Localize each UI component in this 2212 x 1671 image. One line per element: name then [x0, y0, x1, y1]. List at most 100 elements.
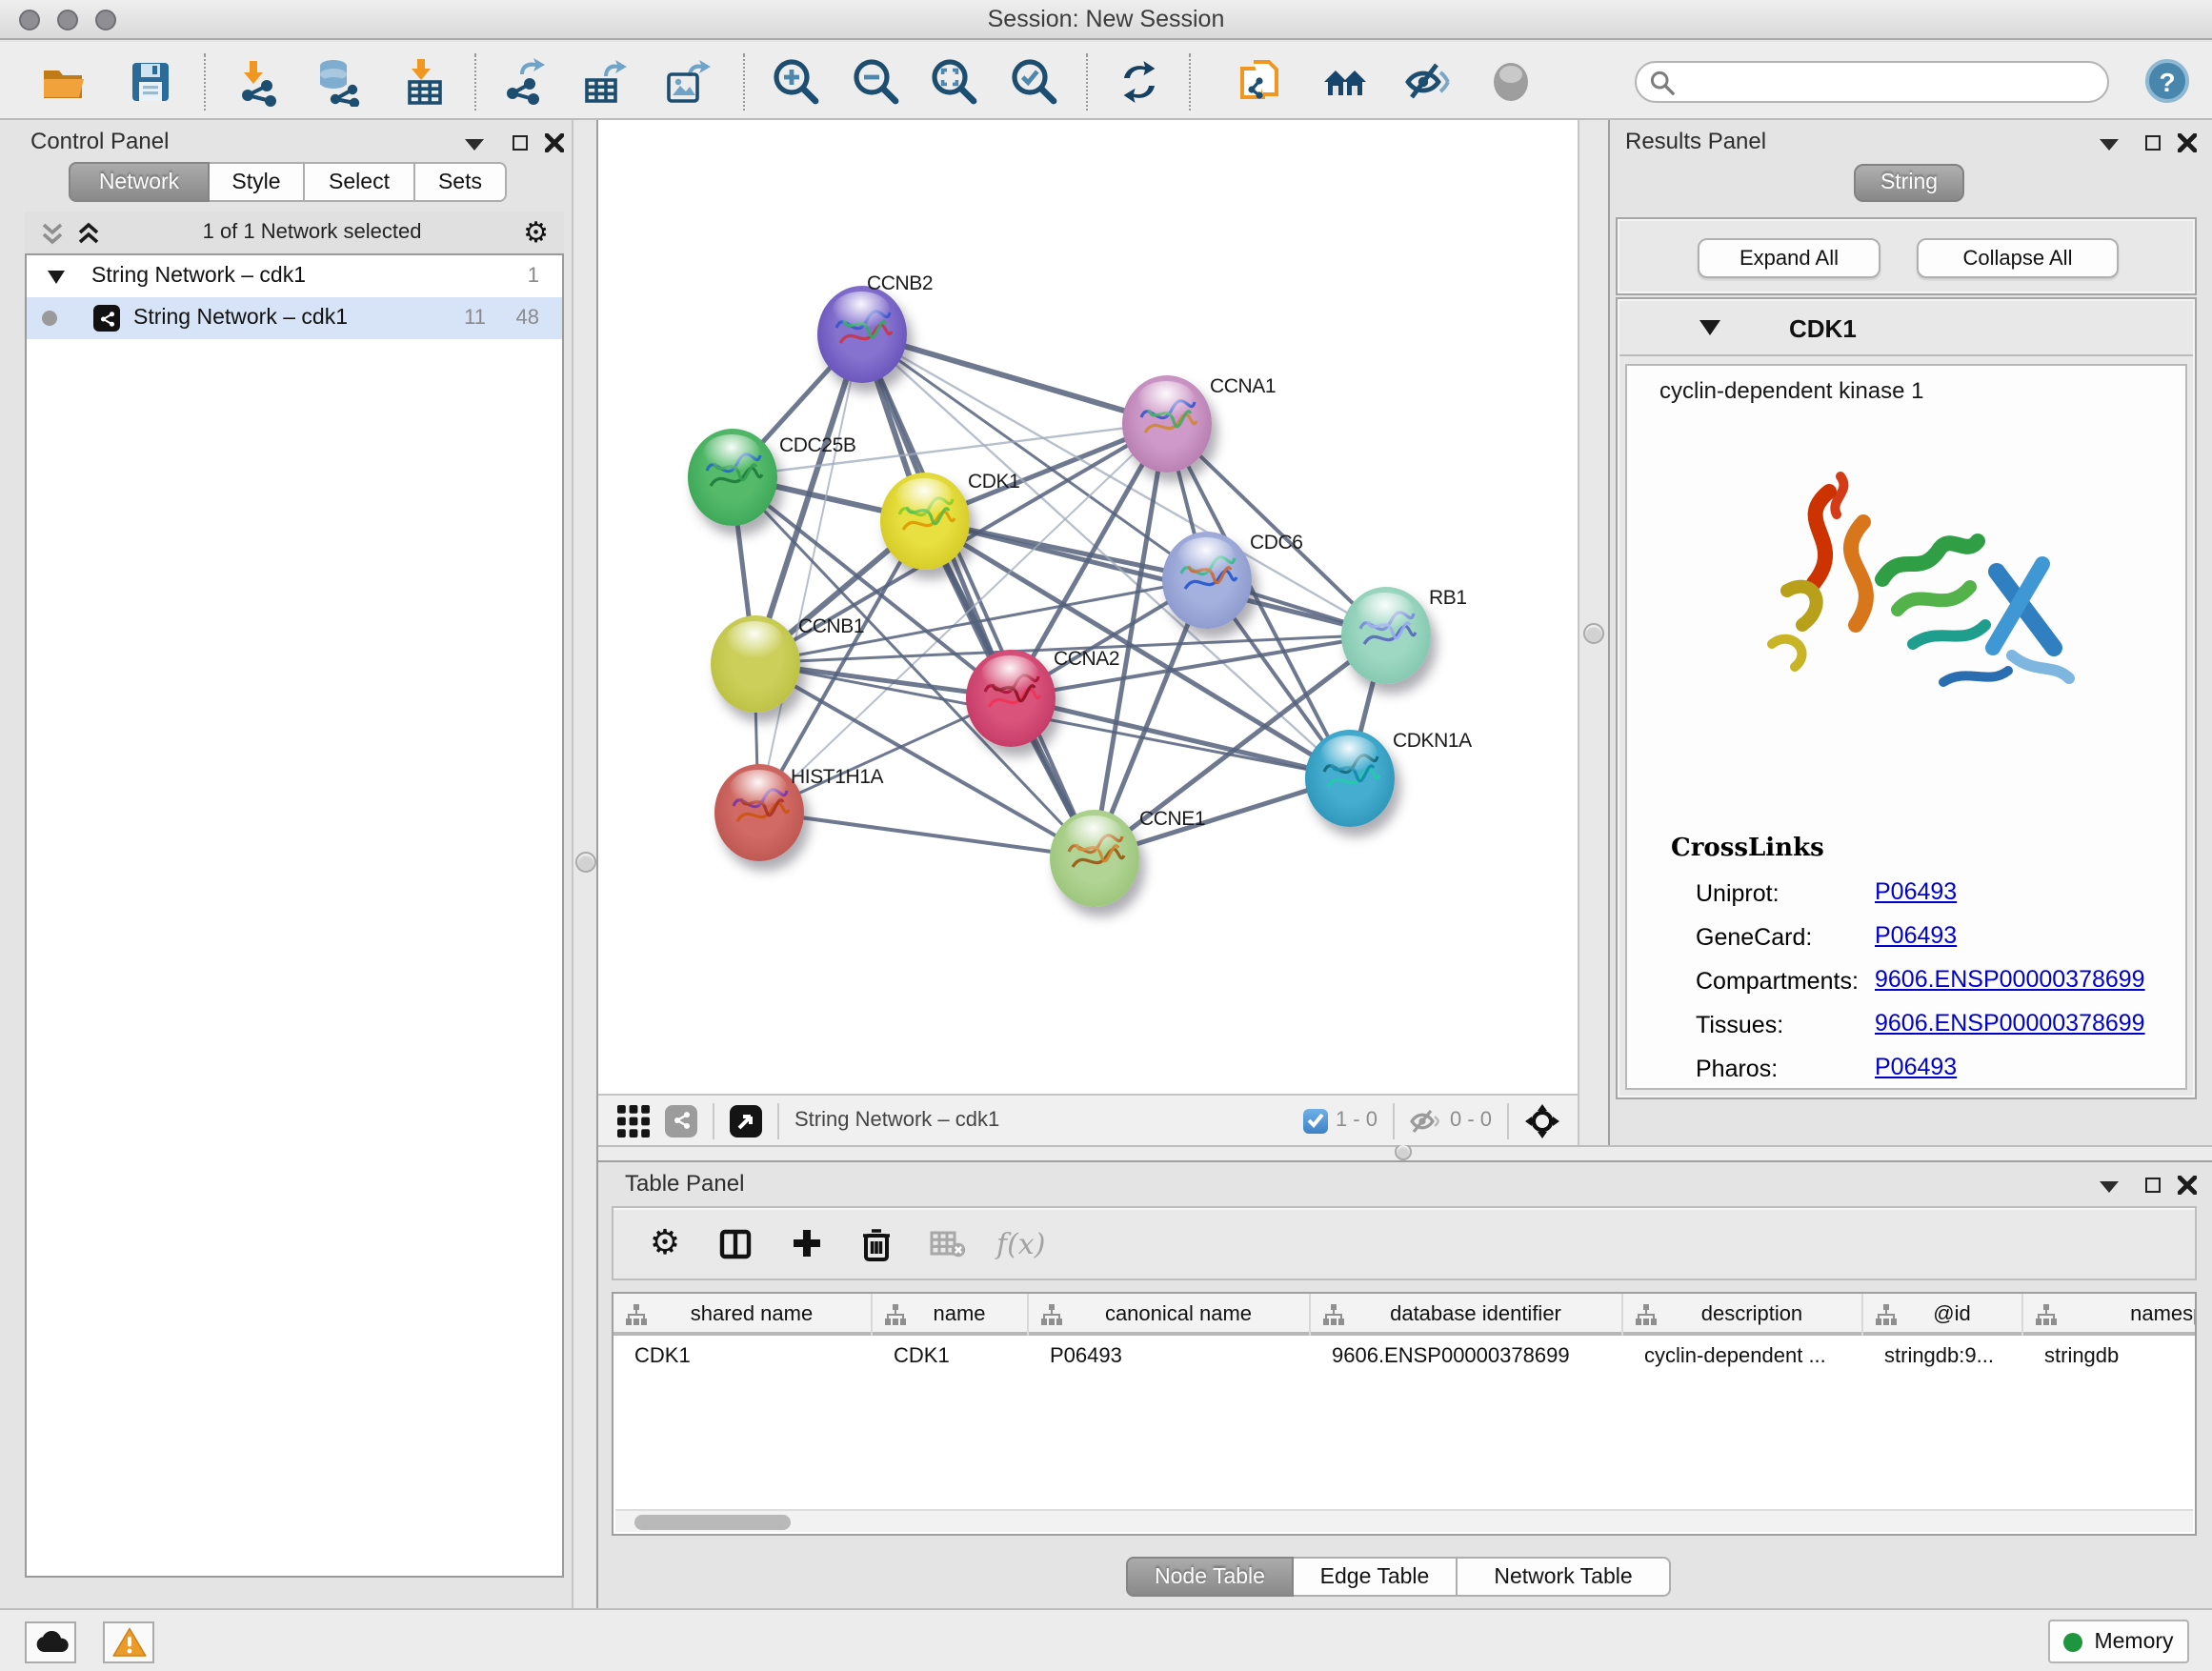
zoom-in-icon[interactable] — [772, 57, 821, 107]
tab-select[interactable]: Select — [305, 162, 415, 202]
tab-network-table[interactable]: Network Table — [1458, 1557, 1671, 1597]
expand-all-button[interactable]: Expand All — [1698, 238, 1880, 278]
zoom-selected-icon[interactable] — [1010, 57, 1059, 107]
documents-share-icon[interactable] — [1235, 57, 1284, 107]
panel-close-icon[interactable] — [2174, 130, 2201, 156]
delete-column-trash-icon[interactable] — [857, 1224, 895, 1262]
network-collection-row[interactable]: String Network – cdk1 1 — [27, 255, 562, 297]
right-splitter[interactable] — [1578, 120, 1610, 1145]
search-box[interactable] — [1635, 61, 2109, 103]
export-image-icon[interactable] — [663, 57, 713, 107]
table-cell[interactable]: cyclin-dependent ... — [1623, 1336, 1863, 1376]
network-edge[interactable] — [861, 333, 1094, 857]
column-header[interactable]: canonical name — [1029, 1294, 1311, 1336]
tab-network[interactable]: Network — [69, 162, 210, 202]
tab-sets[interactable]: Sets — [415, 162, 507, 202]
network-node[interactable] — [816, 285, 906, 382]
network-edge[interactable] — [861, 333, 1166, 423]
tab-style[interactable]: Style — [210, 162, 305, 202]
panel-menu-icon[interactable] — [461, 130, 488, 156]
grid-view-icon[interactable] — [617, 1104, 650, 1137]
table-cell[interactable]: stringdb — [2023, 1336, 2197, 1376]
network-share-icon[interactable] — [665, 1104, 697, 1137]
column-header[interactable]: name — [873, 1294, 1029, 1336]
table-cell[interactable]: P06493 — [1029, 1336, 1311, 1376]
refresh-icon[interactable] — [1115, 57, 1164, 107]
right-splitter-handle[interactable] — [1583, 623, 1604, 644]
left-splitter[interactable] — [572, 120, 598, 1608]
horizontal-scrollbar[interactable] — [615, 1509, 2193, 1532]
panel-menu-icon[interactable] — [2096, 130, 2122, 156]
network-node[interactable] — [714, 763, 803, 860]
gear-icon[interactable]: ⚙ — [523, 215, 549, 250]
network-row[interactable]: String Network – cdk1 11 48 — [27, 297, 562, 339]
horizontal-splitter-handle[interactable] — [1395, 1143, 1412, 1160]
export-network-icon[interactable] — [501, 57, 551, 107]
table-settings-gear-icon[interactable]: ⚙ — [646, 1224, 684, 1262]
save-icon[interactable] — [126, 57, 175, 107]
left-splitter-handle[interactable] — [575, 852, 596, 873]
column-header[interactable]: shared name — [613, 1294, 873, 1336]
panel-float-icon[interactable] — [507, 130, 533, 156]
import-network-database-icon[interactable] — [314, 57, 364, 107]
column-header[interactable]: description — [1623, 1294, 1863, 1336]
table-cell[interactable]: CDK1 — [873, 1336, 1029, 1376]
network-canvas[interactable]: CCNB2CCNA1CDC25BCDK1CDC6RB1CCNB1CCNA2CDK… — [598, 120, 1578, 1094]
table-row[interactable]: CDK1CDK1P064939606.ENSP00000378699cyclin… — [613, 1336, 2197, 1376]
tree-expand-icon[interactable] — [48, 270, 65, 283]
crosslink-url[interactable]: P06493 — [1875, 878, 1957, 905]
open-folder-icon[interactable] — [40, 57, 90, 107]
search-input[interactable] — [1682, 69, 2107, 95]
hide-eye-icon[interactable] — [1402, 57, 1452, 107]
network-edge[interactable] — [758, 333, 861, 812]
table-cell[interactable]: stringdb:9... — [1863, 1336, 2023, 1376]
help-button[interactable]: ? — [2145, 59, 2189, 103]
warning-button[interactable] — [103, 1621, 154, 1663]
panel-close-icon[interactable] — [2174, 1172, 2201, 1198]
column-header[interactable]: namespace — [2023, 1294, 2197, 1336]
import-table-icon[interactable] — [400, 57, 450, 107]
panel-float-icon[interactable] — [2140, 130, 2166, 156]
tab-string[interactable]: String — [1854, 164, 1964, 202]
network-node[interactable] — [710, 614, 799, 712]
double-home-icon[interactable] — [1320, 57, 1370, 107]
add-column-icon[interactable] — [787, 1224, 825, 1262]
cloud-button[interactable] — [25, 1621, 76, 1663]
collapse-all-button[interactable]: Collapse All — [1917, 238, 2119, 278]
network-node[interactable] — [687, 428, 776, 525]
scrollbar-thumb[interactable] — [634, 1515, 791, 1530]
column-header[interactable]: @id — [1863, 1294, 2023, 1336]
pan-crosshair-icon[interactable] — [1524, 1102, 1560, 1138]
crosslink-url[interactable]: P06493 — [1875, 922, 1957, 949]
column-header[interactable]: database identifier — [1311, 1294, 1623, 1336]
tab-edge-table[interactable]: Edge Table — [1294, 1557, 1458, 1597]
panel-float-icon[interactable] — [2140, 1172, 2166, 1198]
show-columns-icon[interactable] — [716, 1224, 754, 1262]
crosslink-url[interactable]: 9606.ENSP00000378699 — [1875, 966, 2145, 993]
collapse-section-icon[interactable] — [1699, 320, 1720, 335]
import-network-icon[interactable] — [234, 57, 284, 107]
network-node[interactable] — [1304, 729, 1394, 826]
zoom-fit-icon[interactable] — [930, 57, 979, 107]
selected-checkbox[interactable] — [1303, 1108, 1328, 1133]
network-node[interactable] — [965, 649, 1055, 746]
table-cell[interactable]: 9606.ENSP00000378699 — [1311, 1336, 1623, 1376]
panel-menu-icon[interactable] — [2096, 1172, 2122, 1198]
horizontal-splitter[interactable] — [598, 1145, 2212, 1162]
crosslink-url[interactable]: P06493 — [1875, 1054, 1957, 1080]
node-card-header[interactable]: CDK1 — [1619, 301, 2193, 356]
gray-eye-icon[interactable] — [1486, 57, 1536, 107]
table-cell[interactable]: CDK1 — [613, 1336, 873, 1376]
panel-close-icon[interactable] — [541, 130, 568, 156]
export-table-icon[interactable] — [581, 57, 631, 107]
collapse-all-icon[interactable] — [40, 220, 65, 245]
network-node[interactable] — [1049, 809, 1138, 906]
network-node[interactable] — [1340, 586, 1430, 683]
network-node[interactable] — [1121, 374, 1211, 472]
birds-eye-view-icon[interactable] — [730, 1104, 762, 1137]
expand-all-icon[interactable] — [76, 220, 101, 245]
tab-node-table[interactable]: Node Table — [1126, 1557, 1294, 1597]
network-node[interactable] — [1161, 531, 1251, 628]
zoom-out-icon[interactable] — [852, 57, 901, 107]
network-node[interactable] — [879, 472, 969, 569]
